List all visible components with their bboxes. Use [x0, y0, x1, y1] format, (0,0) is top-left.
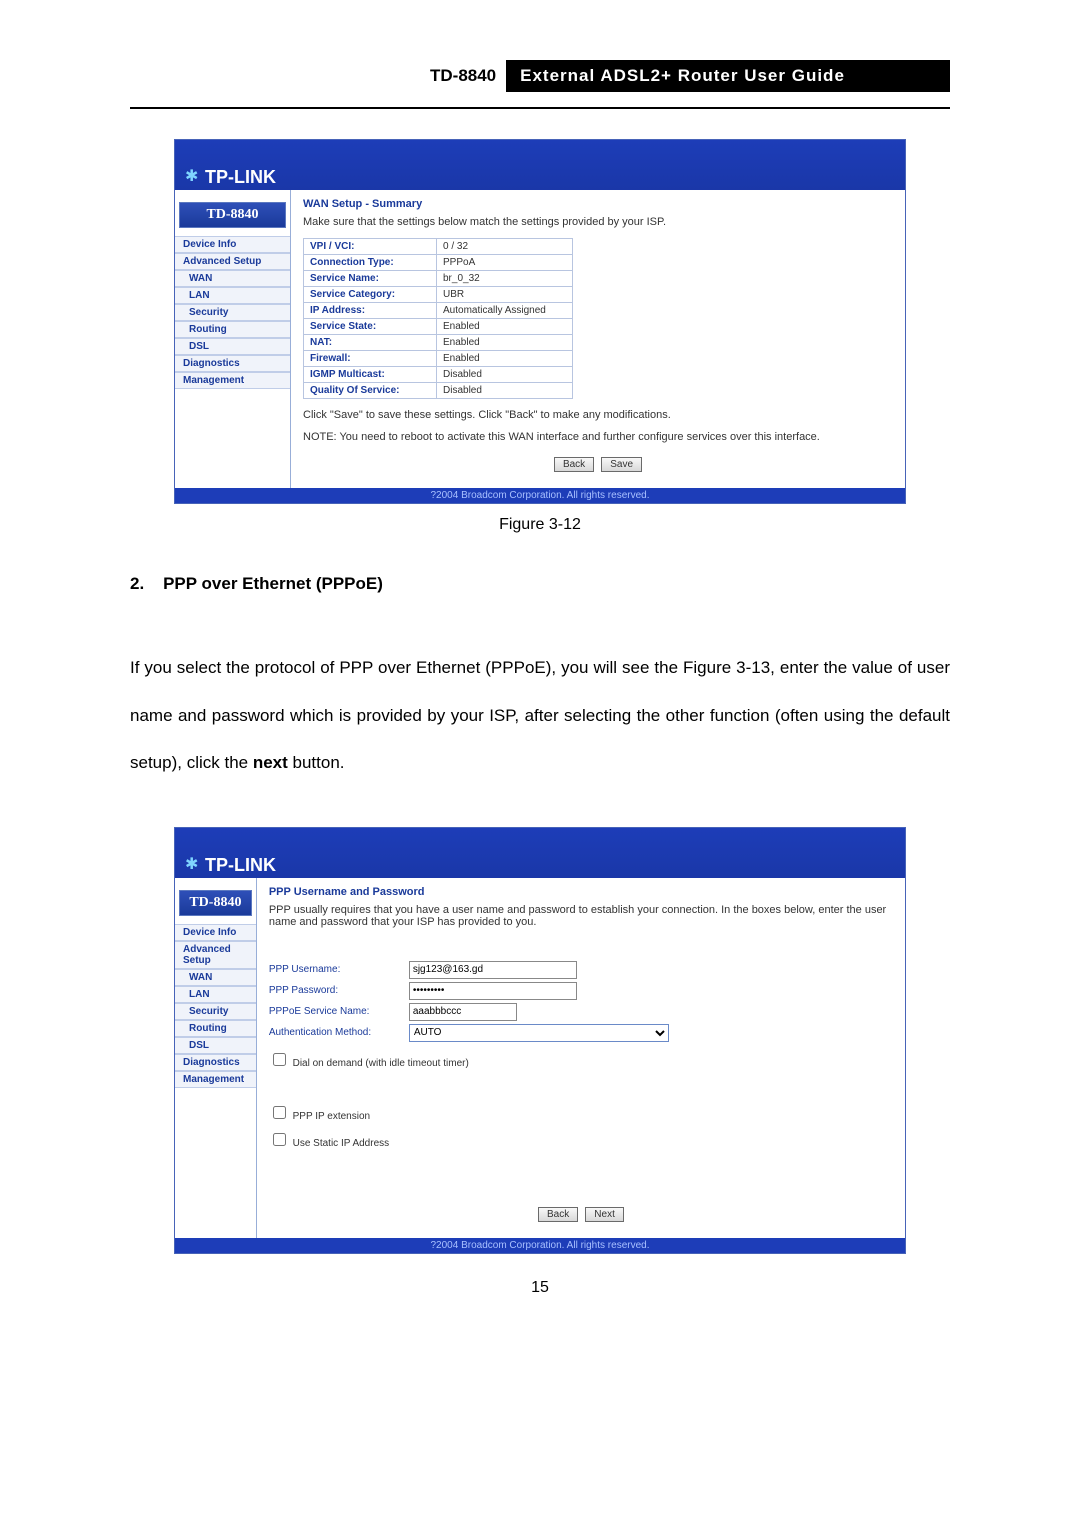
row-label: Service State: [304, 319, 437, 335]
nav-diagnostics[interactable]: Diagnostics [175, 355, 290, 372]
row-label: NAT: [304, 335, 437, 351]
auth-method-label: Authentication Method: [269, 1027, 409, 1038]
body-paragraph: If you select the protocol of PPP over E… [130, 644, 950, 787]
body-text-bold: next [253, 753, 288, 772]
row-label: Service Category: [304, 287, 437, 303]
screenshot-wan-summary: TP-LINK TD-8840 Device Info Advanced Set… [174, 139, 906, 504]
nav-wan[interactable]: WAN [175, 270, 290, 287]
ppp-password-label: PPP Password: [269, 985, 409, 996]
row-label: Connection Type: [304, 255, 437, 271]
nav-lan[interactable]: LAN [175, 986, 256, 1003]
row-label: IP Address: [304, 303, 437, 319]
nav-security[interactable]: Security [175, 304, 290, 321]
nav-advanced-setup[interactable]: Advanced Setup [175, 941, 256, 969]
row-label: VPI / VCI: [304, 239, 437, 255]
nav-management[interactable]: Management [175, 372, 290, 389]
ss-footer: ?2004 Broadcom Corporation. All rights r… [175, 1238, 905, 1253]
nav-diagnostics[interactable]: Diagnostics [175, 1054, 256, 1071]
dial-on-demand-label: Dial on demand (with idle timeout timer) [293, 1058, 469, 1069]
nav-dsl[interactable]: DSL [175, 338, 290, 355]
dial-on-demand-checkbox[interactable] [273, 1053, 286, 1066]
content-instruction: PPP usually requires that you have a use… [269, 904, 893, 928]
ppp-username-input[interactable] [409, 961, 577, 979]
sidebar-model: TD-8840 [179, 202, 286, 228]
nav-dsl[interactable]: DSL [175, 1037, 256, 1054]
row-value: PPPoA [437, 255, 573, 271]
nav-advanced-setup[interactable]: Advanced Setup [175, 253, 290, 270]
pppoe-service-input[interactable] [409, 1003, 517, 1021]
nav-wan[interactable]: WAN [175, 969, 256, 986]
page-number: 15 [130, 1279, 950, 1297]
row-label: Firewall: [304, 351, 437, 367]
nav-lan[interactable]: LAN [175, 287, 290, 304]
screenshot-ppp-credentials: TP-LINK TD-8840 Device Info Advanced Set… [174, 827, 906, 1254]
figure-caption-1: Figure 3-12 [130, 516, 950, 534]
row-value: Enabled [437, 319, 573, 335]
back-button[interactable]: Back [554, 457, 594, 472]
ss-top-bar: TP-LINK [175, 140, 905, 190]
section-number: 2. [130, 574, 144, 593]
row-label: Quality Of Service: [304, 383, 437, 399]
row-value: br_0_32 [437, 271, 573, 287]
row-value: Disabled [437, 383, 573, 399]
reboot-note: NOTE: You need to reboot to activate thi… [303, 431, 893, 443]
brand-logo-icon [185, 860, 201, 876]
row-value: UBR [437, 287, 573, 303]
brand-logo-icon [185, 172, 201, 188]
nav-security[interactable]: Security [175, 1003, 256, 1020]
nav-device-info[interactable]: Device Info [175, 924, 256, 941]
ppp-username-label: PPP Username: [269, 964, 409, 975]
header-divider [130, 107, 950, 109]
body-text-tail: button. [288, 753, 345, 772]
nav-device-info[interactable]: Device Info [175, 236, 290, 253]
ppp-ip-extension-label: PPP IP extension [293, 1111, 370, 1122]
nav-routing[interactable]: Routing [175, 321, 290, 338]
row-value: Automatically Assigned [437, 303, 573, 319]
row-value: Enabled [437, 351, 573, 367]
sidebar-model: TD-8840 [179, 890, 252, 916]
header-title: External ADSL2+ Router User Guide [506, 60, 950, 92]
auth-method-select[interactable]: AUTO [409, 1024, 669, 1042]
section-title-text: PPP over Ethernet (PPPoE) [163, 574, 383, 593]
row-value: Enabled [437, 335, 573, 351]
content-title: PPP Username and Password [269, 886, 893, 898]
row-value: 0 / 32 [437, 239, 573, 255]
save-note: Click "Save" to save these settings. Cli… [303, 409, 893, 421]
ppp-ip-extension-checkbox[interactable] [273, 1106, 286, 1119]
nav-routing[interactable]: Routing [175, 1020, 256, 1037]
content-instruction: Make sure that the settings below match … [303, 216, 893, 228]
next-button[interactable]: Next [585, 1207, 624, 1222]
header-model: TD-8840 [420, 62, 506, 90]
save-button[interactable]: Save [601, 457, 642, 472]
row-value: Disabled [437, 367, 573, 383]
sidebar: TD-8840 Device Info Advanced Setup WAN L… [175, 190, 291, 488]
brand-name: TP-LINK [205, 167, 276, 188]
ss-top-bar: TP-LINK [175, 828, 905, 878]
nav-management[interactable]: Management [175, 1071, 256, 1088]
brand-name: TP-LINK [205, 855, 276, 876]
sidebar: TD-8840 Device Info Advanced Setup WAN L… [175, 878, 257, 1238]
content-title: WAN Setup - Summary [303, 198, 893, 210]
ppp-password-input[interactable] [409, 982, 577, 1000]
static-ip-label: Use Static IP Address [293, 1138, 390, 1149]
static-ip-checkbox[interactable] [273, 1133, 286, 1146]
row-label: Service Name: [304, 271, 437, 287]
row-label: IGMP Multicast: [304, 367, 437, 383]
section-heading: 2. PPP over Ethernet (PPPoE) [130, 574, 950, 594]
summary-table: VPI / VCI:0 / 32 Connection Type:PPPoA S… [303, 238, 573, 399]
ss-footer: ?2004 Broadcom Corporation. All rights r… [175, 488, 905, 503]
pppoe-service-label: PPPoE Service Name: [269, 1006, 409, 1017]
back-button[interactable]: Back [538, 1207, 578, 1222]
